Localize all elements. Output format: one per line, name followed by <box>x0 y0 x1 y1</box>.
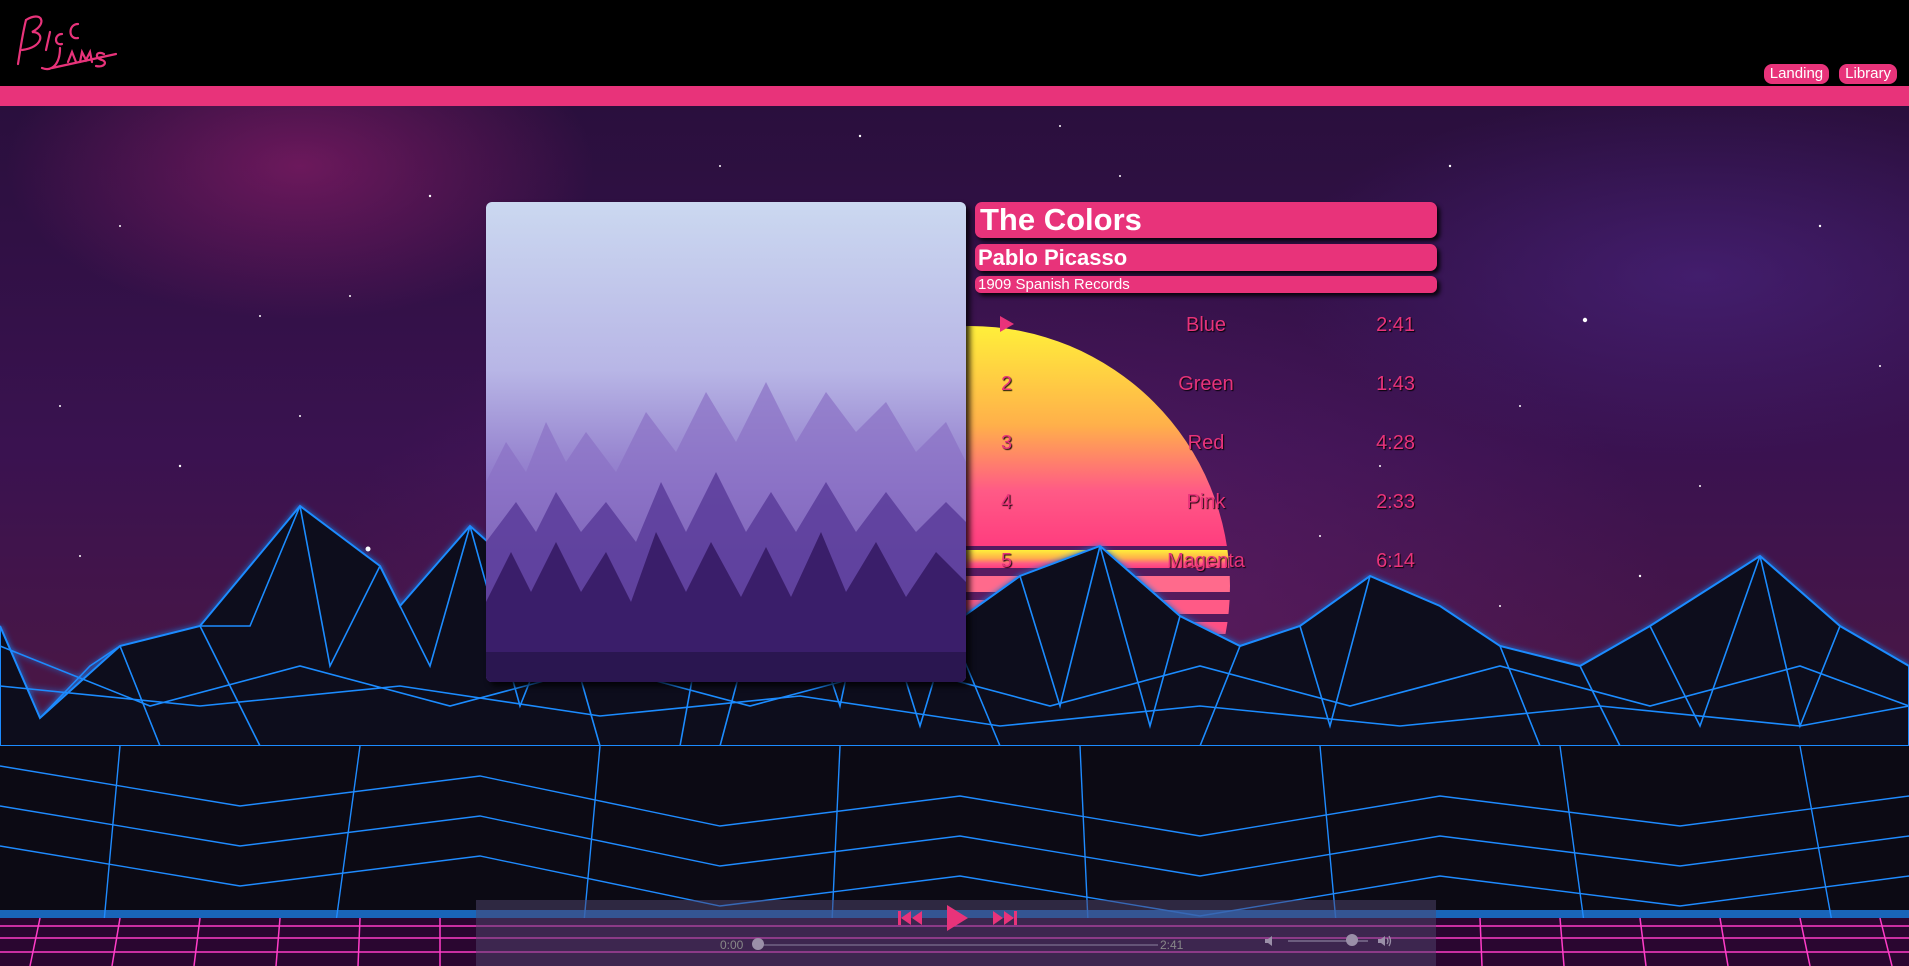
bloc-jams-logo[interactable] <box>12 6 122 78</box>
song-title: Blue <box>1185 314 1227 336</box>
nav-landing-link[interactable]: Landing <box>1763 64 1830 84</box>
album-artist: Pablo Picasso <box>975 244 1437 271</box>
song-title: Magenta <box>1167 550 1245 572</box>
song-title: Pink <box>1186 491 1226 513</box>
volume-down-icon[interactable] <box>1264 934 1278 948</box>
volume-up-icon[interactable] <box>1377 933 1393 949</box>
song-duration: 1:43 <box>1376 373 1415 395</box>
header-accent-bar <box>0 86 1909 106</box>
previous-icon[interactable] <box>898 910 922 926</box>
song-row[interactable]: 2 Green 1:43 <box>975 359 1437 418</box>
next-icon[interactable] <box>993 910 1017 926</box>
song-duration: 2:33 <box>1376 491 1415 513</box>
header: Landing Library <box>0 0 1909 86</box>
song-row[interactable]: Blue 2:41 <box>975 300 1437 359</box>
song-list: Blue 2:41 2 Green 1:43 3 Red 4:28 4 Pink… <box>975 300 1437 595</box>
total-time: 2:41 <box>1160 938 1184 952</box>
album-details: The Colors Pablo Picasso 1909 Spanish Re… <box>975 202 1437 293</box>
current-time: 0:00 <box>720 938 744 952</box>
play-button[interactable] <box>944 903 970 933</box>
song-duration: 2:41 <box>1376 314 1415 336</box>
seek-thumb[interactable] <box>752 938 764 950</box>
song-duration: 6:14 <box>1376 550 1415 572</box>
nav-library-link[interactable]: Library <box>1839 64 1897 84</box>
volume-thumb[interactable] <box>1346 934 1358 946</box>
song-title: Red <box>1187 432 1225 454</box>
seek-bar[interactable] <box>758 944 1158 946</box>
album-cover-image <box>486 202 966 682</box>
player-bar: 0:00 2:41 <box>476 900 1436 966</box>
song-row[interactable]: 5 Magenta 6:14 <box>975 536 1437 595</box>
song-title: Green <box>1178 373 1234 395</box>
song-row[interactable]: 4 Pink 2:33 <box>975 477 1437 536</box>
song-duration: 4:28 <box>1376 432 1415 454</box>
album-cover-art <box>486 202 966 682</box>
main-nav: Landing Library <box>1763 64 1897 84</box>
album-release-info: 1909 Spanish Records <box>975 276 1437 293</box>
song-row[interactable]: 3 Red 4:28 <box>975 418 1437 477</box>
album-title: The Colors <box>975 202 1437 238</box>
